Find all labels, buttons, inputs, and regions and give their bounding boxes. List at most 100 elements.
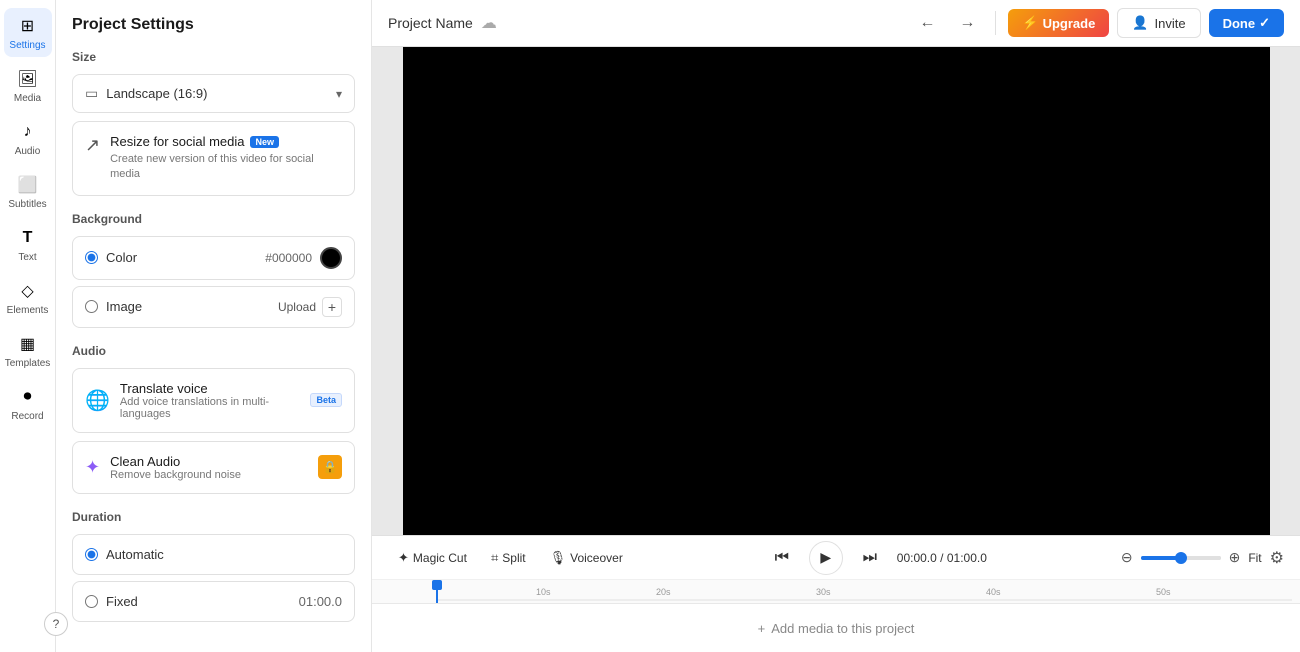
playhead-handle[interactable] — [432, 580, 442, 590]
nav-divider — [995, 11, 996, 35]
audio-icon: ♪ — [16, 120, 40, 144]
subtitles-icon: ⬜ — [16, 173, 40, 197]
landscape-icon: ▭ — [85, 85, 98, 102]
voiceover-button[interactable]: 🎙 Voiceover — [540, 545, 633, 571]
play-button[interactable]: ▶ — [809, 541, 843, 575]
resize-social-card[interactable]: ↗ Resize for social media New Create new… — [72, 121, 355, 196]
sidebar-item-settings[interactable]: ⊞ Settings — [4, 8, 52, 57]
zoom-thumb[interactable] — [1175, 552, 1187, 564]
clean-audio-desc: Remove background noise — [110, 469, 308, 481]
undo-button[interactable]: ← — [911, 7, 943, 39]
sidebar-item-subtitles[interactable]: ⬜ Subtitles — [4, 167, 52, 216]
clean-audio-card[interactable]: ✦ Clean Audio Remove background noise 🔒 — [72, 441, 355, 494]
timeline-ruler: 10s 20s 30s 40s 50s 1m — [372, 580, 1300, 604]
lightning-icon: ⚡ — [1022, 15, 1038, 31]
sidebar-templates-label: Templates — [5, 358, 51, 369]
panel-title: Project Settings — [72, 16, 355, 34]
zoom-slider[interactable] — [1141, 556, 1221, 560]
timeline-ticks — [436, 580, 1292, 603]
upload-label[interactable]: Upload — [278, 300, 316, 314]
video-canvas — [403, 47, 1270, 535]
zoom-out-icon[interactable]: ⊖ — [1121, 549, 1133, 566]
sidebar-item-templates[interactable]: ▦ Templates — [4, 326, 52, 375]
split-button[interactable]: ⌗ Split — [481, 545, 536, 571]
background-section-label: Background — [72, 212, 355, 226]
upgrade-button[interactable]: ⚡ Upgrade — [1008, 9, 1109, 37]
resize-card-title: Resize for social media New — [110, 134, 342, 149]
fixed-radio[interactable] — [85, 595, 98, 608]
add-media-area[interactable]: + Add media to this project — [380, 621, 1292, 636]
timeline-track: + Add media to this project — [372, 604, 1300, 652]
fit-button[interactable]: Fit — [1248, 551, 1261, 565]
size-dropdown[interactable]: ▭ Landscape (16:9) ▾ — [72, 74, 355, 113]
resize-card-desc: Create new version of this video for soc… — [110, 152, 342, 183]
lock-badge: 🔒 — [318, 455, 342, 479]
skip-back-button[interactable]: ⏮ — [767, 543, 797, 573]
timeline-settings-button[interactable]: ⚙ — [1270, 548, 1284, 568]
color-option[interactable]: Color #000000 — [72, 236, 355, 280]
playback-controls: ⏮ ▶ ⏭ 00:00.0 / 01:00.0 — [637, 541, 1117, 575]
sidebar-media-label: Media — [14, 93, 41, 104]
help-button[interactable]: ? — [44, 612, 68, 636]
invite-button[interactable]: 👤 Invite — [1117, 8, 1200, 38]
settings-icon: ⊞ — [16, 14, 40, 38]
sidebar-text-label: Text — [18, 252, 36, 263]
color-preview-swatch[interactable] — [320, 247, 342, 269]
resize-icon: ↗ — [85, 135, 100, 156]
sidebar-settings-label: Settings — [9, 40, 45, 51]
zoom-in-icon[interactable]: ⊕ — [1229, 549, 1241, 566]
clean-audio-title: Clean Audio — [110, 454, 308, 469]
sidebar-subtitles-label: Subtitles — [8, 199, 46, 210]
sidebar-record-label: Record — [11, 411, 43, 422]
automatic-radio[interactable] — [85, 548, 98, 561]
sidebar-item-record[interactable]: ⏺ Record — [4, 379, 52, 428]
cloud-save-icon: ☁ — [481, 13, 497, 33]
color-radio[interactable] — [85, 251, 98, 264]
sidebar-item-audio[interactable]: ♪ Audio — [4, 114, 52, 163]
sidebar-elements-label: Elements — [7, 305, 49, 316]
done-button[interactable]: Done ✓ — [1209, 9, 1284, 37]
image-radio[interactable] — [85, 300, 98, 313]
translate-voice-card[interactable]: 🌐 Translate voice Add voice translations… — [72, 368, 355, 433]
add-image-icon[interactable]: + — [322, 297, 342, 317]
size-section-label: Size — [72, 50, 355, 64]
record-icon: ⏺ — [16, 385, 40, 409]
automatic-label: Automatic — [106, 547, 342, 562]
skip-forward-button[interactable]: ⏭ — [855, 543, 885, 573]
magic-cut-icon: ✦ — [398, 550, 409, 566]
invite-icon: 👤 — [1132, 15, 1148, 31]
color-hex-value: #000000 — [265, 251, 312, 265]
duration-section-label: Duration — [72, 510, 355, 524]
image-option[interactable]: Image Upload + — [72, 286, 355, 328]
add-media-label: Add media to this project — [771, 621, 914, 636]
translate-content: Translate voice Add voice translations i… — [120, 381, 301, 420]
sidebar-item-elements[interactable]: ◇ Elements — [4, 273, 52, 322]
zoom-track — [1141, 556, 1221, 560]
duration-section: Duration Automatic Fixed 01:00.0 — [72, 510, 355, 622]
toolbar-row: ✦ Magic Cut ⌗ Split 🎙 Voiceover ⏮ ▶ ⏭ 00… — [372, 536, 1300, 580]
elements-icon: ◇ — [16, 279, 40, 303]
toolbar-right: ⊖ ⊕ Fit ⚙ — [1121, 548, 1284, 568]
clean-audio-icon: ✦ — [85, 457, 100, 478]
automatic-option[interactable]: Automatic — [72, 534, 355, 575]
sidebar-item-text[interactable]: T Text — [4, 220, 52, 269]
templates-icon: ▦ — [16, 332, 40, 356]
project-name: Project Name — [388, 15, 473, 31]
sidebar-item-media[interactable]: 🖼 Media — [4, 61, 52, 110]
checkmark-icon: ✓ — [1259, 15, 1270, 31]
translate-desc: Add voice translations in multi-language… — [120, 396, 301, 420]
video-preview — [372, 47, 1300, 535]
magic-cut-button[interactable]: ✦ Magic Cut — [388, 545, 477, 571]
size-value: Landscape (16:9) — [106, 86, 336, 101]
translate-title: Translate voice — [120, 381, 301, 396]
redo-button[interactable]: → — [951, 7, 983, 39]
clean-audio-content: Clean Audio Remove background noise — [110, 454, 308, 481]
fixed-option[interactable]: Fixed 01:00.0 — [72, 581, 355, 622]
current-time: 00:00.0 / 01:00.0 — [897, 551, 987, 565]
beta-badge: Beta — [310, 393, 342, 407]
audio-section: Audio 🌐 Translate voice Add voice transl… — [72, 344, 355, 494]
settings-panel: Project Settings Size ▭ Landscape (16:9)… — [56, 0, 372, 652]
voiceover-icon: 🎙 — [550, 550, 567, 566]
playhead-line — [436, 580, 438, 603]
split-icon: ⌗ — [491, 550, 498, 566]
